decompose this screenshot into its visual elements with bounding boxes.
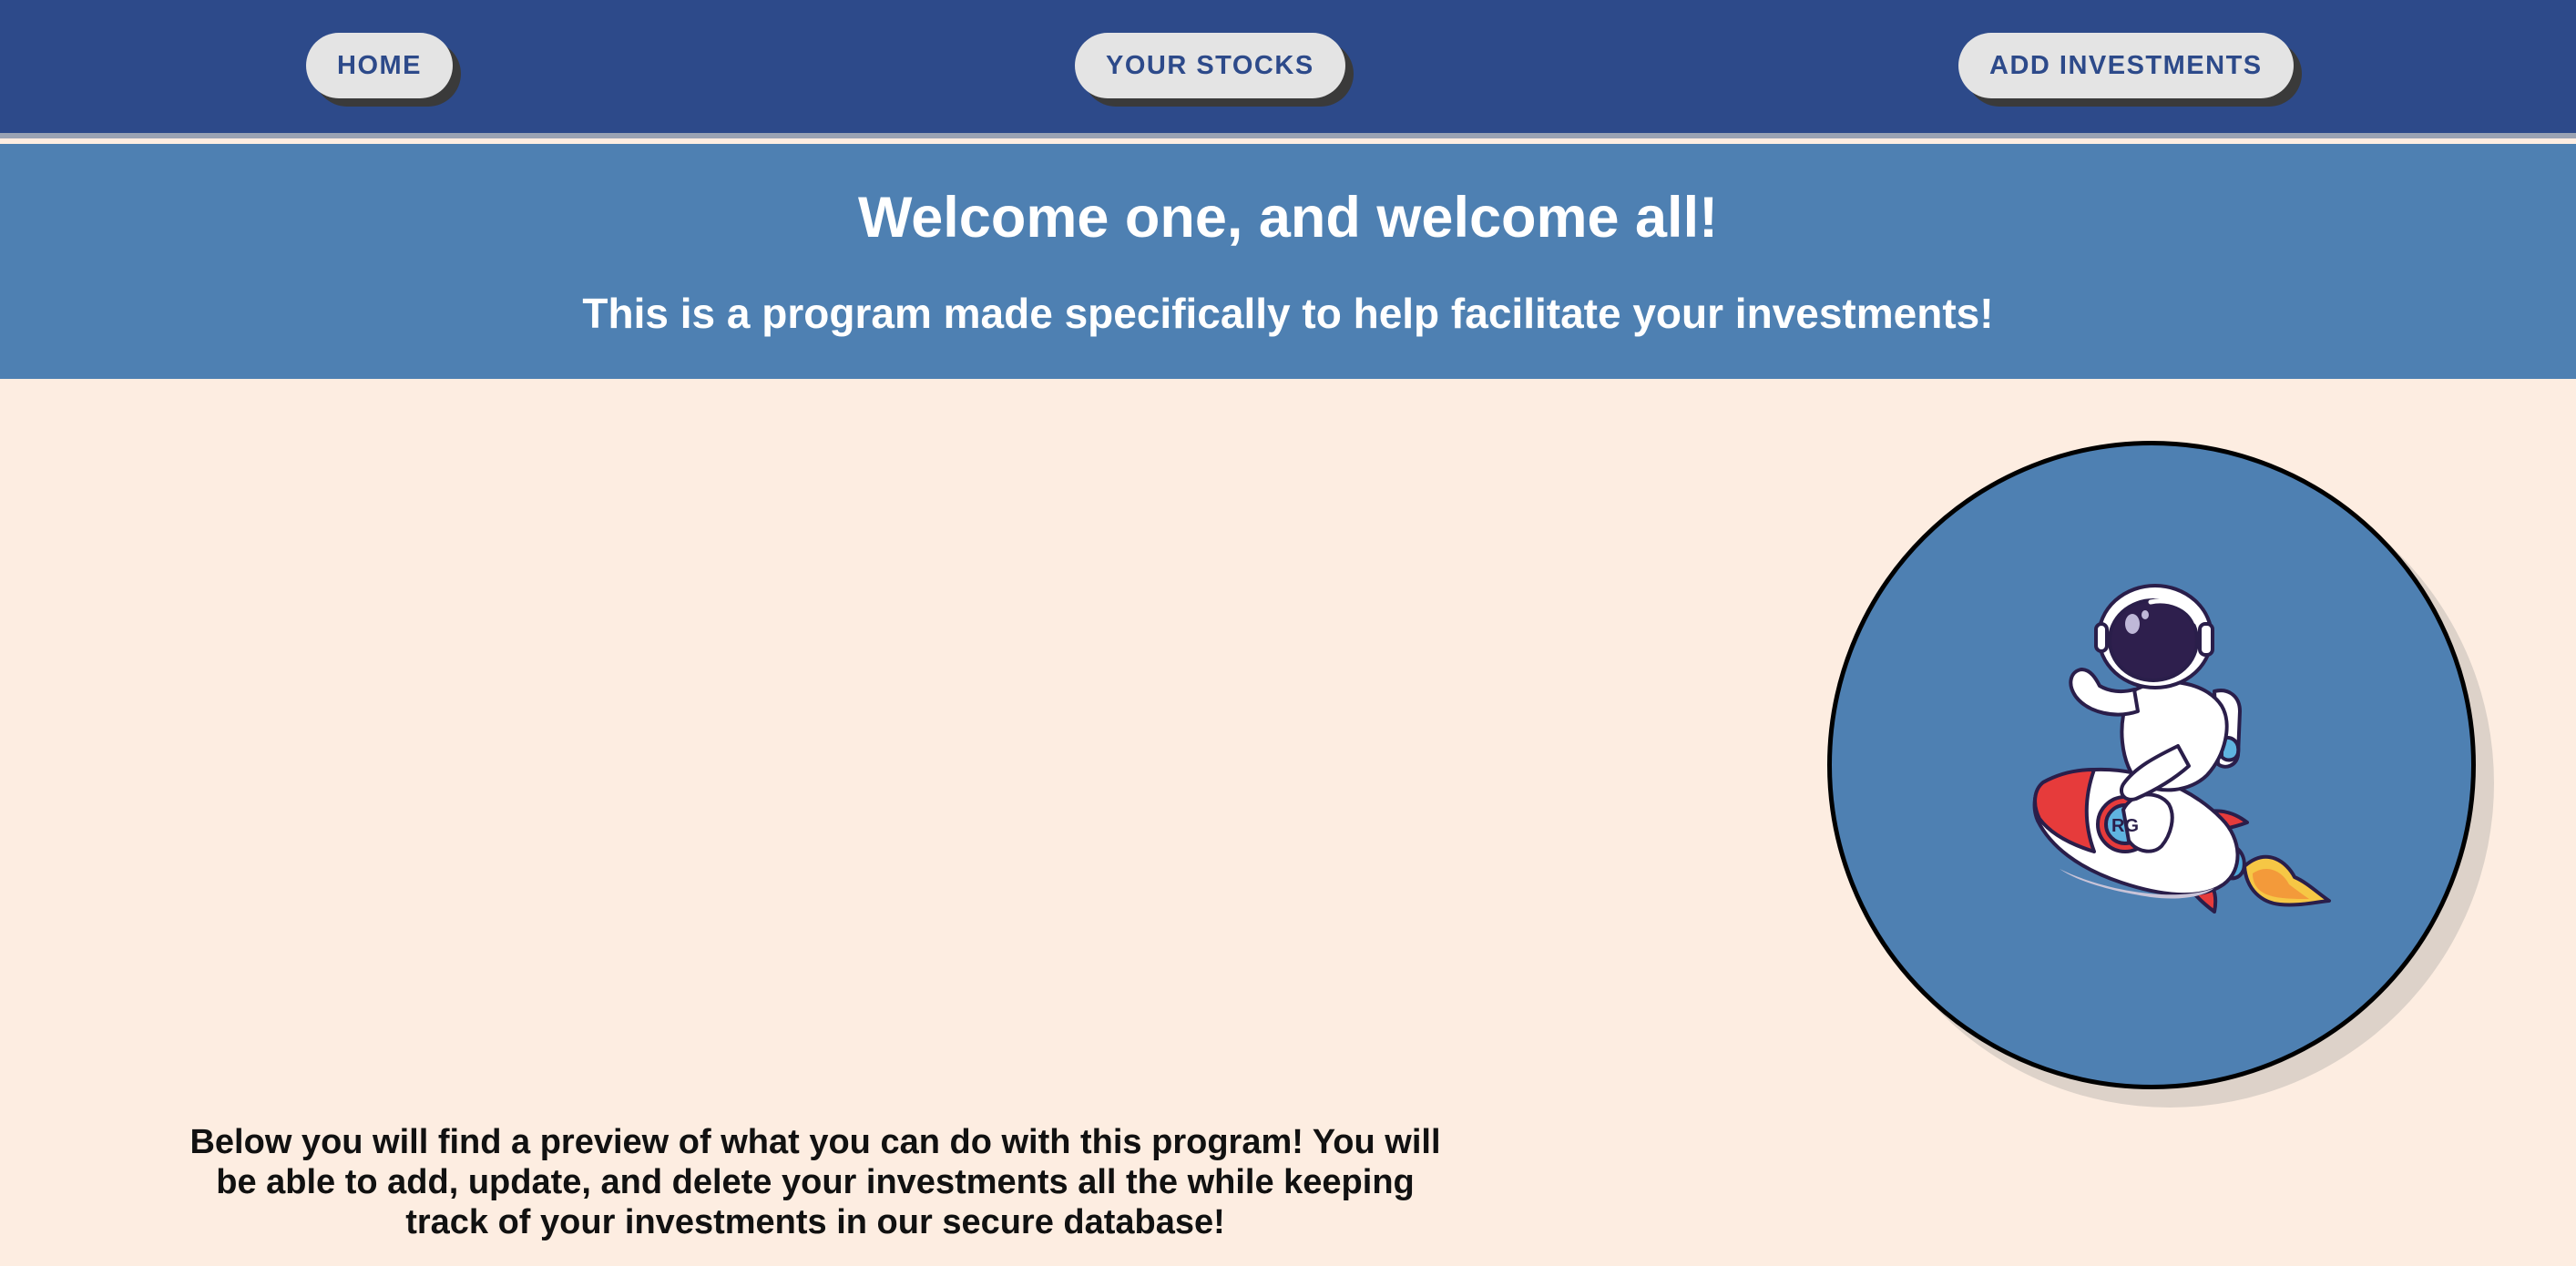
astronaut-illustration: RG [1827, 441, 2494, 1108]
top-navbar: HOME YOUR STOCKS ADD INVESTMENTS [0, 0, 2576, 138]
rocket-badge-text: RG [2111, 816, 2139, 836]
illustration-circle: RG [1827, 441, 2476, 1089]
your-stocks-button[interactable]: YOUR STOCKS [1075, 33, 1345, 98]
page-subtitle: This is a program made specifically to h… [582, 290, 1994, 337]
intro-text: Below you will find a preview of what yo… [189, 1123, 1441, 1241]
page-title: Welcome one, and welcome all! [857, 186, 1719, 250]
home-button[interactable]: HOME [306, 33, 453, 98]
add-investments-button[interactable]: ADD INVESTMENTS [1958, 33, 2294, 98]
astronaut-riding-rocket-icon: RG [2032, 584, 2331, 914]
hero-banner: Welcome one, and welcome all! This is a … [0, 144, 2576, 379]
